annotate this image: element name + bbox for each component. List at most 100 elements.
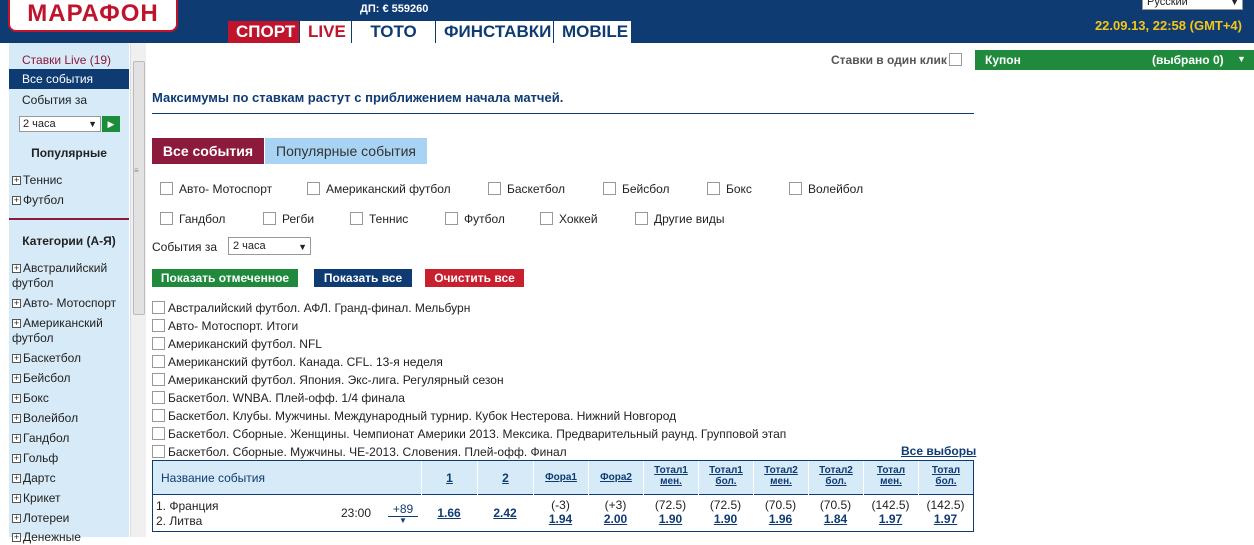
sidebar-item-cricket[interactable]: + Крикет [12, 491, 132, 506]
odd-cell-total2-under[interactable]: (70.5) 1.96 [753, 495, 808, 532]
event-checkbox[interactable] [152, 319, 165, 332]
sport-checkbox-american-football[interactable] [307, 182, 320, 195]
coupon-bar[interactable]: Купон (выбрано 0) ▼ [975, 50, 1254, 70]
sidebar-popular-title: Популярные [31, 146, 107, 160]
tab-toto[interactable]: ТОТО [352, 21, 435, 43]
sidebar-item-boxing[interactable]: + Бокс [12, 391, 132, 406]
tab-finstavki[interactable]: ФИНСТАВКИ [436, 21, 553, 43]
sidebar-item-label: Лотереи [23, 511, 70, 525]
event-checkbox[interactable] [152, 301, 165, 314]
sidebar-item-label: Баскетбол [23, 351, 81, 365]
sidebar-live-bets[interactable]: Ставки Live (19) [22, 53, 142, 67]
show-all-button[interactable]: Показать все [314, 269, 412, 287]
event-checkbox[interactable] [152, 337, 165, 350]
sport-checkbox-motorsport[interactable] [160, 182, 173, 195]
col-header-total-over[interactable]: Тотал бол. [918, 461, 973, 495]
odd-cell-total1-under[interactable]: (72.5) 1.90 [643, 495, 698, 532]
event-label[interactable]: Баскетбол. Сборные. Женщины. Чемпионат А… [168, 427, 786, 441]
odd-cell-total-over[interactable]: (142.5) 1.97 [918, 495, 973, 532]
event-label[interactable]: Американский футбол. NFL [168, 337, 322, 351]
event-label[interactable]: Баскетбол. WNBA. Плей-офф. 1/4 финала [168, 391, 405, 405]
datetime: 22.09.13, 22:58 (GMT+4) [1094, 18, 1242, 33]
sidebar-item-aussie-football[interactable]: + Австралийский футбол [12, 261, 127, 291]
tab-live[interactable]: LIVE [300, 21, 351, 43]
sport-checkbox-football[interactable] [445, 212, 458, 225]
main-nav: СПОРТ LIVE ТОТО ФИНСТАВКИ MOBILE [228, 21, 632, 43]
odd-cell-fora1[interactable]: (-3) 1.94 [533, 495, 588, 532]
all-choices-link[interactable]: Все выборы [901, 444, 976, 458]
sidebar-scrollbar[interactable]: ≡ [130, 43, 146, 537]
col-header-fora2[interactable]: Фора2 [588, 461, 643, 495]
tab-popular-events[interactable]: Популярные события [265, 138, 427, 164]
event-checkbox[interactable] [152, 427, 165, 440]
grip-icon: ≡ [134, 166, 139, 175]
sport-checkbox-rugby[interactable] [263, 212, 276, 225]
event-checkbox[interactable] [152, 445, 165, 458]
divider [9, 218, 129, 220]
event-label[interactable]: Австралийский футбол. АФЛ. Гранд-финал. … [168, 301, 470, 315]
sidebar-period-select[interactable]: 2 часа ▼ [19, 116, 101, 132]
sidebar-all-events[interactable]: Все события [9, 69, 129, 89]
event-checkbox[interactable] [152, 355, 165, 368]
sport-checkbox-handball[interactable] [160, 212, 173, 225]
col-header-total1-over[interactable]: Тотал1 бол. [698, 461, 753, 495]
odd-cell-2[interactable]: 2.42 [477, 495, 533, 532]
sidebar-item-lotteries[interactable]: + Лотереи [12, 511, 132, 526]
event-checkbox[interactable] [152, 409, 165, 422]
sport-checkbox-baseball[interactable] [603, 182, 616, 195]
sport-checkbox-volleyball[interactable] [789, 182, 802, 195]
period-select[interactable]: 2 часа ▼ [228, 237, 311, 255]
sidebar-item-money[interactable]: + Денежные [12, 530, 132, 545]
tab-sport[interactable]: СПОРТ [228, 21, 299, 43]
one-click-checkbox[interactable] [949, 53, 962, 66]
col-header-total-under[interactable]: Тотал мен. [863, 461, 918, 495]
sidebar-item-american-football[interactable]: + Американский футбол [12, 316, 127, 346]
odd-cell-total2-over[interactable]: (70.5) 1.84 [808, 495, 863, 532]
sidebar-go-button[interactable]: ▶ [102, 116, 120, 132]
event-label[interactable]: Американский футбол. Япония. Экс-лига. Р… [168, 373, 504, 387]
more-bets-link[interactable]: +89 [388, 502, 418, 517]
sidebar-item-tennis[interactable]: + Теннис [12, 173, 132, 188]
tab-mobile[interactable]: MOBILE [554, 21, 631, 43]
sport-label: Другие виды [654, 212, 725, 226]
marathon-logo[interactable]: МАРАФОН [8, 0, 178, 32]
sport-checkbox-tennis[interactable] [350, 212, 363, 225]
sidebar-item-darts[interactable]: + Дартс [12, 471, 132, 486]
col-header-1[interactable]: 1 [421, 461, 477, 495]
sport-checkbox-hockey[interactable] [540, 212, 553, 225]
sidebar-item-basketball[interactable]: + Баскетбол [12, 351, 132, 366]
col-header-total2-under[interactable]: Тотал2 мен. [753, 461, 808, 495]
sidebar-item-label: Американский футбол [12, 316, 103, 345]
sidebar-item-football[interactable]: + Футбол [12, 193, 132, 208]
sidebar-item-handball[interactable]: + Гандбол [12, 431, 132, 446]
sport-checkbox-other[interactable] [635, 212, 648, 225]
odd-cell-total-under[interactable]: (142.5) 1.97 [863, 495, 918, 532]
sidebar-item-volleyball[interactable]: + Волейбол [12, 411, 132, 426]
clear-all-button[interactable]: Очистить все [425, 269, 524, 287]
event-label[interactable]: Баскетбол. Клубы. Мужчины. Международный… [168, 409, 676, 423]
sidebar-item-motorsport[interactable]: + Авто- Мотоспорт [12, 296, 132, 311]
show-selected-button[interactable]: Показать отмеченное [152, 269, 298, 287]
event-checkbox[interactable] [152, 373, 165, 386]
col-header-2[interactable]: 2 [477, 461, 533, 495]
odd-cell-fora2[interactable]: (+3) 2.00 [588, 495, 643, 532]
event-checkbox[interactable] [152, 391, 165, 404]
language-select[interactable]: Русский ▼ [1142, 0, 1243, 10]
col-header-total2-over[interactable]: Тотал2 бол. [808, 461, 863, 495]
event-label[interactable]: Американский футбол. Канада. CFL. 13-я н… [168, 355, 443, 369]
col-header-fora1[interactable]: Фора1 [533, 461, 588, 495]
sport-checkbox-boxing[interactable] [707, 182, 720, 195]
sidebar-item-baseball[interactable]: + Бейсбол [12, 371, 132, 386]
events-for-label: События за [152, 240, 218, 254]
sidebar-item-golf[interactable]: + Гольф [12, 451, 132, 466]
col-header-total1-under[interactable]: Тотал1 мен. [643, 461, 698, 495]
odd-cell-total1-over[interactable]: (72.5) 1.90 [698, 495, 753, 532]
sport-checkbox-basketball[interactable] [488, 182, 501, 195]
plus-icon: + [12, 318, 21, 328]
tab-all-events[interactable]: Все события [152, 138, 264, 164]
event-label[interactable]: Баскетбол. Сборные. Мужчины. ЧЕ-2013. Сл… [168, 445, 567, 459]
odd-cell-1[interactable]: 1.66 [421, 495, 477, 532]
plus-icon: + [12, 453, 21, 463]
scrollbar-thumb[interactable] [133, 61, 145, 315]
event-label[interactable]: Авто- Мотоспорт. Итоги [168, 319, 298, 333]
